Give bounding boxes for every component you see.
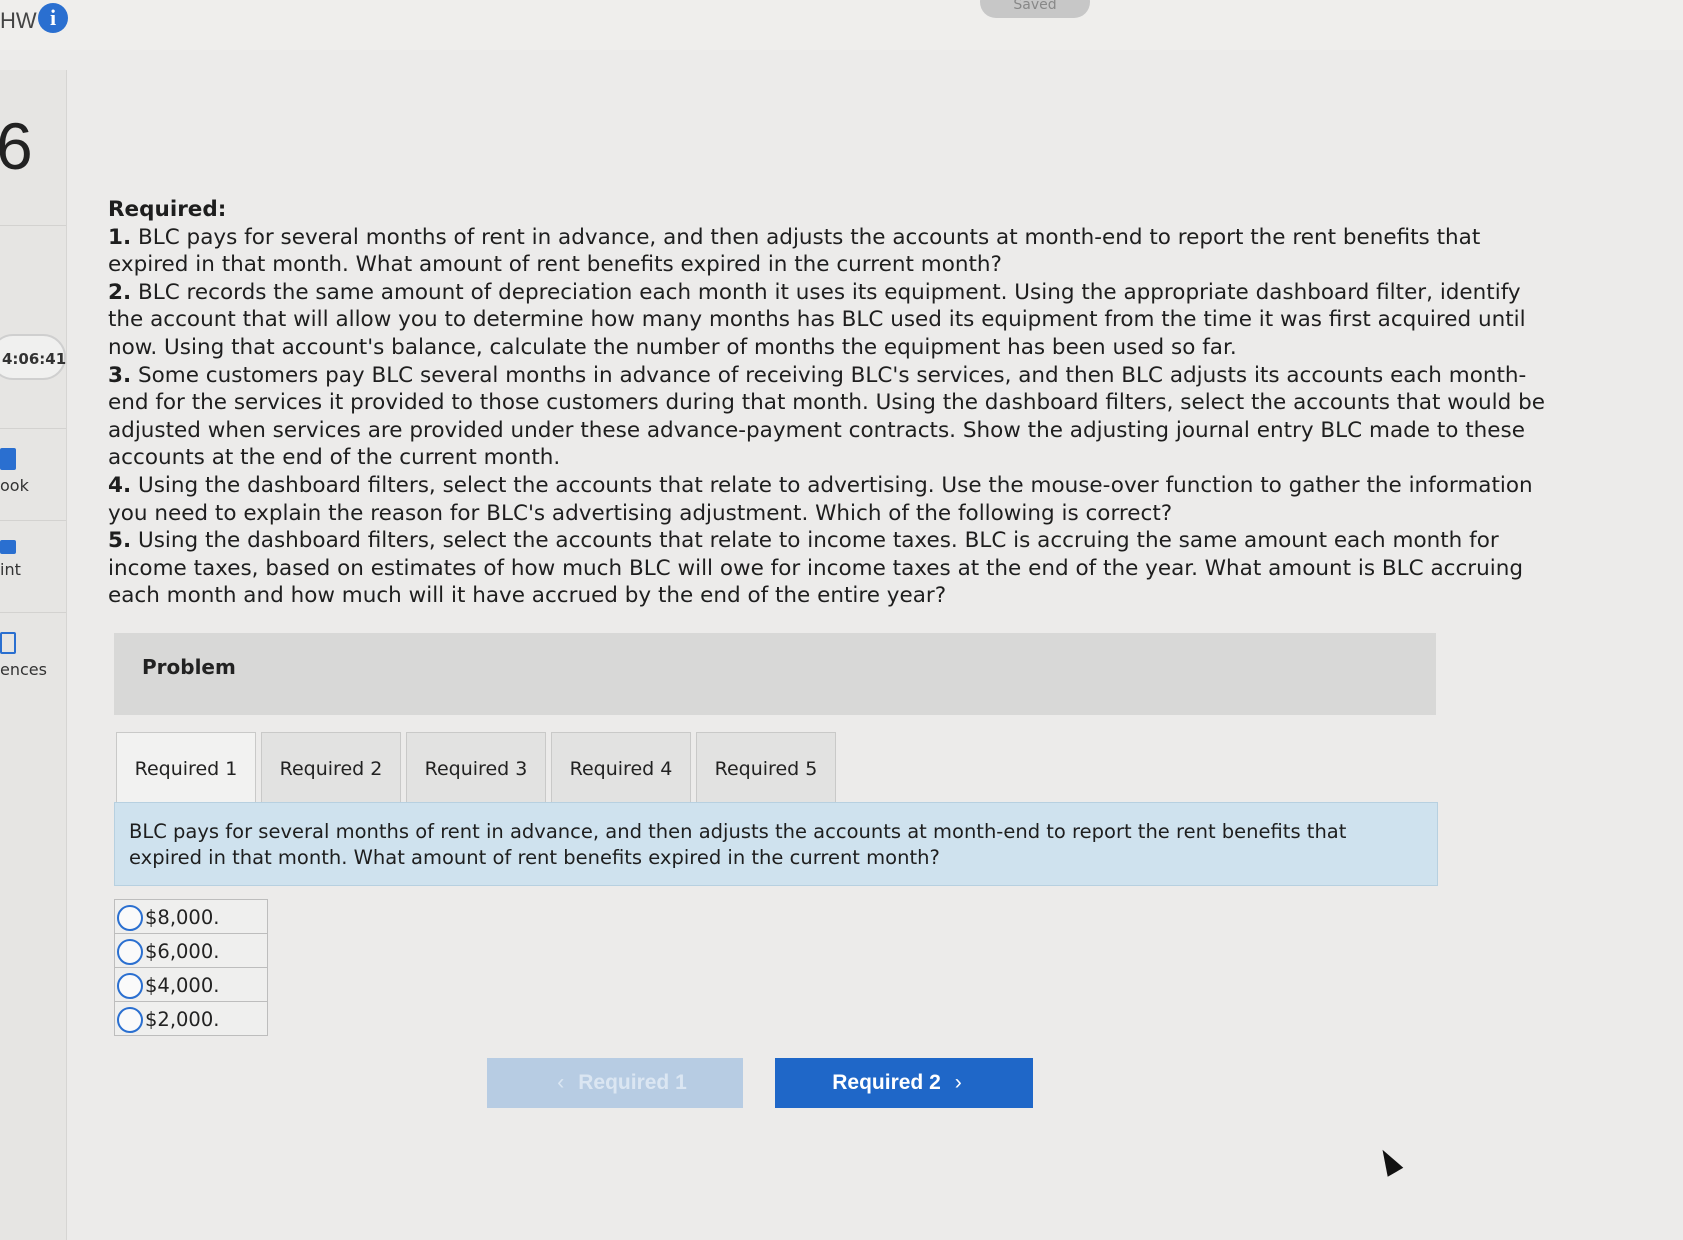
radio-button[interactable] bbox=[117, 939, 143, 965]
tab-required-2[interactable]: Required 2 bbox=[261, 732, 401, 804]
required-item: 5. Using the dashboard filters, select t… bbox=[108, 528, 1524, 609]
problem-header: Problem bbox=[114, 633, 1436, 715]
mouse-cursor-icon bbox=[1374, 1145, 1404, 1177]
tab-required-4[interactable]: Required 4 bbox=[551, 732, 691, 804]
question-number: 6 bbox=[0, 109, 33, 183]
sidebar-divider bbox=[0, 428, 66, 429]
option-label: $6,000. bbox=[145, 940, 220, 963]
prev-required-button[interactable]: ‹ Required 1 bbox=[487, 1058, 743, 1108]
top-bar: HW i Saved bbox=[0, 0, 1683, 50]
sidebar-divider bbox=[0, 612, 66, 613]
answer-option[interactable]: $4,000. bbox=[114, 967, 268, 1002]
required-item: 1. BLC pays for several months of rent i… bbox=[108, 224, 1481, 278]
references-icon bbox=[0, 632, 16, 654]
saved-status-pill: Saved bbox=[980, 0, 1090, 18]
problem-label: Problem bbox=[142, 655, 236, 679]
question-text: BLC pays for several months of rent in a… bbox=[114, 802, 1438, 886]
required-instructions: Required: 1. BLC pays for several months… bbox=[108, 196, 1558, 610]
tab-required-1[interactable]: Required 1 bbox=[116, 732, 256, 808]
option-label: $2,000. bbox=[145, 1008, 220, 1031]
sidebar-divider bbox=[0, 520, 66, 521]
timer: 4:06:41 bbox=[0, 334, 66, 380]
sidebar-item-label: ook bbox=[0, 476, 29, 495]
answer-options: $8,000. $6,000. $4,000. $2,000. bbox=[114, 899, 268, 1036]
radio-button[interactable] bbox=[117, 1007, 143, 1033]
book-icon bbox=[0, 448, 16, 470]
tab-required-3[interactable]: Required 3 bbox=[406, 732, 546, 804]
required-item: 2. BLC records the same amount of deprec… bbox=[108, 279, 1526, 360]
sidebar-item-label: ences bbox=[0, 660, 47, 679]
prev-button-label: Required 1 bbox=[578, 1071, 687, 1094]
sidebar-divider bbox=[0, 225, 66, 226]
option-label: $4,000. bbox=[145, 974, 220, 997]
option-label: $8,000. bbox=[145, 906, 220, 929]
radio-button[interactable] bbox=[117, 973, 143, 999]
tab-required-5[interactable]: Required 5 bbox=[696, 732, 836, 804]
required-title: Required: bbox=[108, 197, 227, 222]
radio-button[interactable] bbox=[117, 905, 143, 931]
sidebar-item-label: int bbox=[0, 560, 21, 579]
required-item: 4. Using the dashboard filters, select t… bbox=[108, 472, 1533, 526]
chevron-right-icon: › bbox=[954, 1071, 962, 1094]
answer-option[interactable]: $2,000. bbox=[114, 1001, 268, 1036]
required-item: 3. Some customers pay BLC several months… bbox=[108, 362, 1545, 471]
next-required-button[interactable]: Required 2 › bbox=[775, 1058, 1033, 1108]
assignment-label: HW bbox=[0, 8, 37, 33]
info-icon[interactable]: i bbox=[38, 3, 68, 33]
chevron-left-icon: ‹ bbox=[557, 1071, 565, 1094]
answer-option[interactable]: $8,000. bbox=[114, 899, 268, 934]
sidebar-item-references[interactable]: ences bbox=[0, 632, 66, 679]
sidebar-item-ebook[interactable]: ook bbox=[0, 448, 66, 495]
print-icon bbox=[0, 540, 16, 554]
next-button-label: Required 2 bbox=[832, 1071, 941, 1094]
answer-option[interactable]: $6,000. bbox=[114, 933, 268, 968]
sidebar-item-print[interactable]: int bbox=[0, 540, 66, 579]
